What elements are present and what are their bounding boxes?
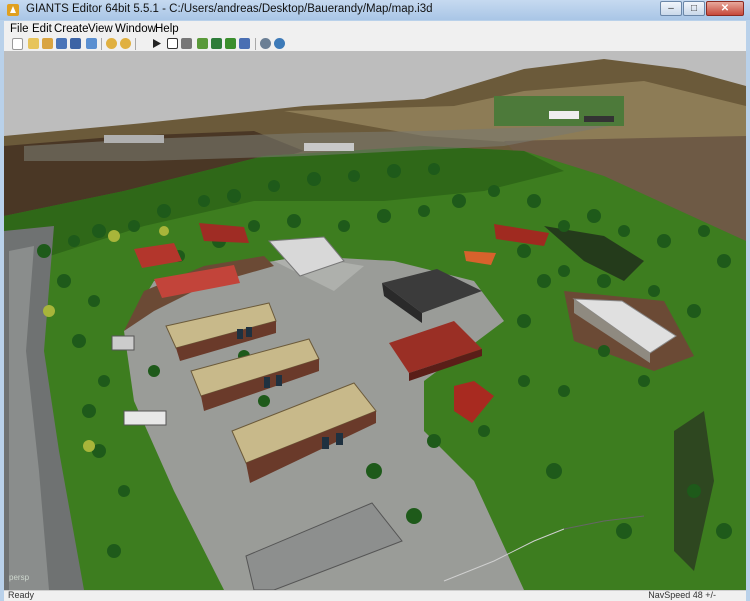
undo-icon[interactable] xyxy=(106,38,117,49)
globe-icon[interactable] xyxy=(274,38,285,49)
terrain-icon[interactable] xyxy=(197,38,208,49)
status-text: Ready xyxy=(8,590,35,600)
window-title: GIANTS Editor 64bit 5.5.1 - C:/Users/and… xyxy=(26,3,433,15)
toolbar xyxy=(4,37,746,51)
toolbar-separator xyxy=(101,38,102,50)
open-icon[interactable] xyxy=(28,38,39,49)
settings-icon[interactable] xyxy=(260,38,271,49)
toolbar-separator xyxy=(135,38,136,50)
nav-speed-indicator: NavSpeed 48 +/- xyxy=(648,590,716,600)
trailer xyxy=(111,335,135,351)
distant-building xyxy=(304,143,354,151)
minimize-button[interactable]: – xyxy=(660,1,682,16)
minimize-icon: – xyxy=(668,3,674,14)
status-bar: Ready NavSpeed 48 +/- xyxy=(4,590,746,601)
menu-file[interactable]: File xyxy=(10,23,29,35)
farm-scene xyxy=(4,51,746,590)
foliage-icon[interactable] xyxy=(225,38,236,49)
menu-window[interactable]: Window xyxy=(115,23,156,35)
title-bar: GIANTS Editor 64bit 5.5.1 - C:/Users/and… xyxy=(0,0,750,20)
trailer xyxy=(123,410,167,426)
3d-viewport[interactable] xyxy=(4,51,746,590)
camera-label: persp xyxy=(9,573,30,582)
edit-icon[interactable] xyxy=(42,38,53,49)
distant-building xyxy=(549,111,579,119)
import-icon[interactable] xyxy=(86,38,97,49)
close-button[interactable]: ✕ xyxy=(706,1,744,16)
cut-icon[interactable] xyxy=(239,38,250,49)
menu-edit[interactable]: Edit xyxy=(32,23,52,35)
toolbar-separator xyxy=(255,38,256,50)
maximize-button[interactable]: □ xyxy=(683,1,705,16)
giants-app-icon xyxy=(7,4,19,16)
menu-create[interactable]: Create xyxy=(54,23,89,35)
select-icon[interactable] xyxy=(167,38,178,49)
close-icon: ✕ xyxy=(720,3,730,14)
distant-building xyxy=(104,135,164,143)
move-icon[interactable] xyxy=(181,38,192,49)
save-as-icon[interactable] xyxy=(70,38,81,49)
menu-help[interactable]: Help xyxy=(155,23,179,35)
save-icon[interactable] xyxy=(56,38,67,49)
play-icon[interactable] xyxy=(151,38,162,49)
maximize-icon: □ xyxy=(690,3,698,14)
new-icon[interactable] xyxy=(12,38,23,50)
distant-building xyxy=(584,116,614,122)
menu-bar: File Edit Create View Window Help xyxy=(4,21,746,38)
redo-icon[interactable] xyxy=(120,38,131,49)
paint-icon[interactable] xyxy=(211,38,222,49)
menu-view[interactable]: View xyxy=(88,23,113,35)
